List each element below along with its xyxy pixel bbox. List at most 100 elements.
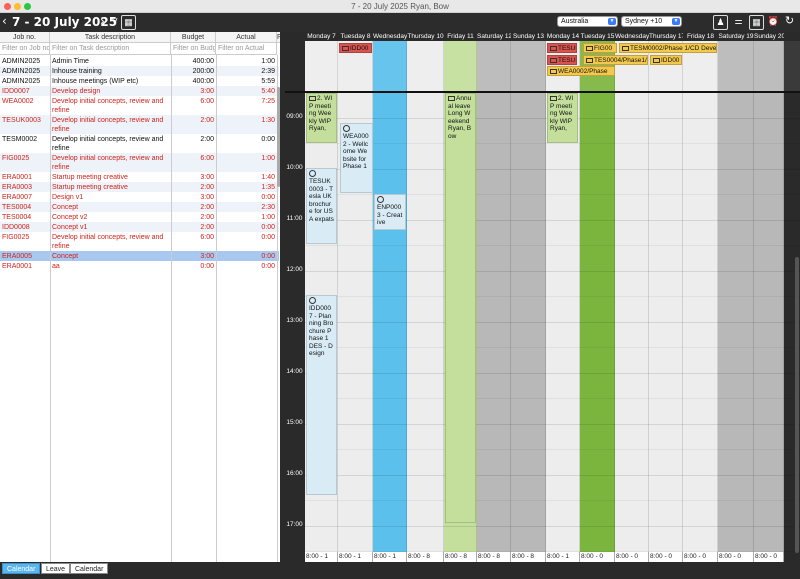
table-row[interactable]: ERA0001 Startup meeting creative 3:00 1:40 bbox=[0, 172, 279, 182]
all-day-tag[interactable]: IDD00 bbox=[339, 43, 372, 53]
day-column[interactable]: Friday 18 8:00 - 0 bbox=[683, 32, 718, 562]
calendar-event[interactable]: IDD0007 - Planning Brochure Phase 1 DES … bbox=[306, 295, 337, 495]
all-day-tag[interactable]: FIG00 bbox=[583, 43, 617, 53]
day-header[interactable]: Saturday 12 bbox=[477, 32, 511, 41]
table-row[interactable]: TES0004 Concept 2:00 2:30 bbox=[0, 202, 279, 212]
table-row[interactable]: TES0004 Concept v2 2:00 1:00 bbox=[0, 212, 279, 222]
event-text: TESUK0003 - Tesla UK brochure for USA ex… bbox=[309, 178, 334, 223]
task-description: Develop initial concepts, review and ref… bbox=[52, 117, 164, 133]
day-header[interactable]: Tuesday 15 bbox=[580, 32, 615, 41]
column-header-job[interactable]: Job no. bbox=[0, 32, 50, 43]
clock-icon bbox=[309, 170, 316, 177]
refresh-icon[interactable]: ↻ bbox=[782, 15, 797, 30]
tab-leave[interactable]: Leave bbox=[41, 563, 71, 574]
day-header[interactable]: Sunday 13 bbox=[511, 32, 546, 41]
calendar-event[interactable]: ENP0003 - Creative bbox=[374, 194, 406, 230]
column-header-budget[interactable]: Budget bbox=[171, 32, 216, 43]
day-column[interactable]: Tuesday 8 8:00 - 1 bbox=[338, 32, 373, 562]
table-row[interactable]: WEA0002 Develop initial concepts, review … bbox=[0, 96, 279, 115]
day-column[interactable]: Wednesday 16 8:00 - 0 bbox=[615, 32, 649, 562]
calendar-event[interactable]: WEA0002 - Wellcome Website for Phase 1 bbox=[340, 123, 373, 193]
day-column[interactable]: Tuesday 15 8:00 - 0 bbox=[580, 32, 615, 562]
day-header[interactable]: Thursday 17 bbox=[649, 32, 683, 41]
day-header[interactable]: Friday 18 bbox=[683, 32, 718, 41]
day-column[interactable]: Thursday 17 8:00 - 0 bbox=[649, 32, 683, 562]
day-header[interactable]: Wednesday 16 bbox=[615, 32, 649, 41]
region-select[interactable]: Australia ▼ bbox=[557, 16, 618, 27]
calendar-icon[interactable]: ▦ bbox=[121, 15, 136, 30]
day-column[interactable]: Saturday 12 8:00 - 8 bbox=[477, 32, 511, 562]
hour-label: 14:00 bbox=[286, 368, 303, 375]
filter-actual-input[interactable]: Filter on Actual bbox=[216, 43, 277, 55]
table-row[interactable]: ERA0007 Design v1 3:00 0:00 bbox=[0, 192, 279, 202]
budget-value: 2:00 bbox=[200, 204, 214, 211]
day-header[interactable]: Saturday 19 bbox=[718, 32, 754, 41]
day-header[interactable]: Thursday 10 bbox=[407, 32, 444, 41]
calendar-day-icon[interactable]: ▦ bbox=[749, 15, 764, 30]
filter-task-input[interactable]: Filter on Task description bbox=[50, 43, 171, 55]
day-header[interactable]: Friday 11 bbox=[444, 32, 477, 41]
table-row[interactable]: TESM0002 Develop initial concepts, review… bbox=[0, 134, 279, 153]
view-selector[interactable]: V bbox=[112, 17, 117, 26]
calendar-event[interactable]: TESUK0003 - Tesla UK brochure for USA ex… bbox=[306, 168, 337, 244]
filter-job-input[interactable]: Filter on Job no. bbox=[0, 43, 50, 55]
tab-calendar[interactable]: Calendar bbox=[2, 563, 41, 574]
alarm-clock-icon[interactable]: ⏰ bbox=[766, 15, 781, 30]
table-row[interactable]: IDD0007 Develop design 3:00 5:40 bbox=[0, 86, 279, 96]
task-description: Design v1 bbox=[52, 194, 84, 201]
all-day-tag[interactable]: TES0004/Phase1/ bbox=[583, 55, 648, 65]
task-description: Inhouse meetings (WIP etc) bbox=[52, 78, 139, 85]
budget-value: 3:00 bbox=[200, 88, 214, 95]
half-hour-line bbox=[305, 551, 800, 552]
all-day-tag[interactable]: TESUK bbox=[547, 55, 577, 65]
day-header[interactable]: Tuesday 8 bbox=[338, 32, 373, 41]
day-column[interactable]: Sunday 20 8:00 - 0 bbox=[754, 32, 784, 562]
table-row[interactable]: ADMIN2025 Inhouse meetings (WIP etc) 400:0… bbox=[0, 76, 279, 86]
chevron-right-icon[interactable]: › bbox=[100, 14, 105, 28]
table-row[interactable]: ADMIN2025 Admin Time 400:00 1:00 bbox=[0, 56, 279, 66]
task-description: Concept bbox=[52, 253, 79, 260]
all-day-tag[interactable]: TESUK bbox=[547, 43, 577, 53]
table-row[interactable]: ERA0003 Startup meeting creative 2:00 1:35 bbox=[0, 182, 279, 192]
calendar-event[interactable]: 2. WIP meeting Weekly WIP Ryan, bbox=[306, 93, 337, 143]
day-header[interactable]: Wednesday 9 bbox=[373, 32, 407, 41]
sliders-icon[interactable]: ⚌ bbox=[731, 15, 746, 30]
half-hour-line bbox=[305, 398, 800, 399]
tab-calendar[interactable]: Calendar bbox=[70, 563, 109, 574]
table-row[interactable]: FIG0025 Develop initial concepts, review … bbox=[0, 232, 279, 251]
actual-value: 1:00 bbox=[261, 58, 275, 65]
filter-budget-input[interactable]: Filter on Budge bbox=[171, 43, 216, 55]
calendar-event[interactable]: Annual leave Long Weekend Ryan, Bow bbox=[445, 93, 476, 523]
day-header[interactable]: Monday 14 bbox=[546, 32, 580, 41]
table-row[interactable]: ERA0005 Concept 3:00 0:00 bbox=[0, 251, 279, 261]
job-number: ADMIN2025 bbox=[2, 78, 41, 85]
all-day-tag[interactable]: WEA0002/Phase bbox=[547, 66, 615, 76]
all-day-tag[interactable]: TESM0002/Phase 1/CD Develop bbox=[619, 43, 717, 53]
calendar-event[interactable]: 2. WIP meeting Weekly WIP Ryan, bbox=[547, 93, 578, 143]
column-header-task[interactable]: Task description bbox=[50, 32, 171, 43]
table-row[interactable]: ADMIN2025 Inhouse training 200:00 2:39 bbox=[0, 66, 279, 76]
person-icon[interactable]: ♟ bbox=[713, 15, 728, 30]
chevron-left-icon[interactable]: ‹ bbox=[2, 14, 7, 28]
day-column[interactable]: Wednesday 9 8:00 - 1 bbox=[373, 32, 407, 562]
timezone-select[interactable]: Sydney +10 ▼ bbox=[621, 16, 682, 27]
table-row[interactable]: TESUK0003 Develop initial concepts, revie… bbox=[0, 115, 279, 134]
tag-label: IDD00 bbox=[661, 57, 680, 64]
day-header[interactable]: Monday 7 bbox=[305, 32, 338, 41]
all-day-tag[interactable]: IDD00 bbox=[650, 55, 682, 65]
job-number: IDD0007 bbox=[2, 88, 30, 95]
day-column[interactable]: Thursday 10 8:00 - 8 bbox=[407, 32, 444, 562]
day-column[interactable]: Sunday 13 8:00 - 8 bbox=[511, 32, 546, 562]
table-row[interactable]: IDD0008 Concept v1 2:00 0:00 bbox=[0, 222, 279, 232]
clock-icon bbox=[377, 196, 384, 203]
table-row[interactable]: FIG0025 Develop initial concepts, review … bbox=[0, 153, 279, 172]
column-header-actual[interactable]: Actual bbox=[216, 32, 277, 43]
day-header[interactable]: Sunday 20 bbox=[754, 32, 784, 41]
table-row[interactable]: ERA0001 aa 0:00 0:00 bbox=[0, 261, 279, 271]
task-list-panel: Job no. Task description Budget Actual F… bbox=[0, 32, 280, 562]
calendar-scrollbar[interactable] bbox=[795, 257, 799, 553]
budget-value: 6:00 bbox=[200, 234, 214, 241]
day-hours-footer: 8:00 - 8 bbox=[511, 552, 546, 562]
actual-value: 1:30 bbox=[261, 117, 275, 124]
day-column[interactable]: Saturday 19 8:00 - 0 bbox=[718, 32, 754, 562]
